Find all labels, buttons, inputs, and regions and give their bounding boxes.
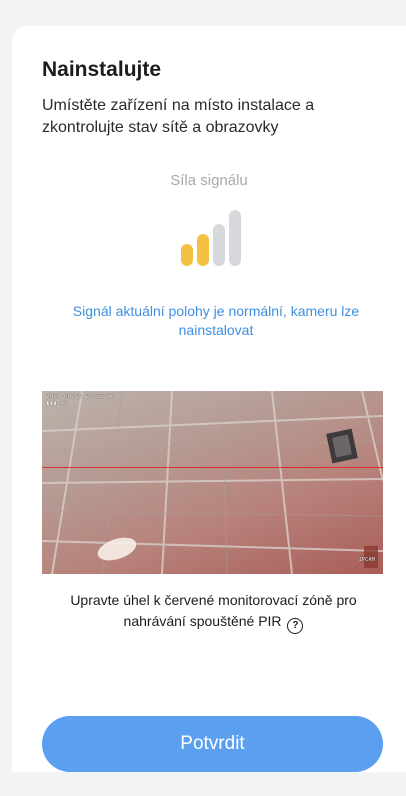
confirm-button[interactable]: Potvrdit	[42, 716, 383, 772]
help-circle-icon[interactable]: ?	[287, 618, 304, 634]
ceiling-grid-graphic	[42, 391, 383, 574]
pir-hint: Upravte úhel k červené monitorovací zóně…	[42, 590, 385, 634]
install-card: Nainstalujte Umístěte zařízení na místo …	[12, 26, 406, 772]
preview-timestamp: 2024-09/15 23:52:36	[46, 393, 115, 400]
pir-zone-line	[42, 467, 383, 468]
signal-status-text: Signál aktuální polohy je normální, kame…	[72, 303, 360, 338]
preview-signal-text: 4G	[60, 400, 68, 407]
preview-brand: IPCAM	[358, 557, 375, 563]
page-title: Nainstalujte	[42, 58, 162, 81]
page-subtitle: Umístěte zařízení na místo instalace a z…	[42, 97, 315, 136]
camera-preview[interactable]: 2024-09/15 23:52:36 ▮▮▮ 4G IPCAM	[42, 391, 383, 574]
pir-hint-text: Upravte úhel k červené monitorovací zóně…	[70, 592, 357, 629]
signal-bar	[213, 224, 225, 266]
signal-strength-label: Síla signálu	[170, 172, 248, 189]
signal-bar	[229, 210, 241, 266]
signal-bar	[181, 244, 193, 266]
preview-signal-indicator: ▮▮▮ 4G	[46, 400, 68, 407]
signal-strength-icon	[181, 210, 247, 266]
signal-bar	[197, 234, 209, 266]
